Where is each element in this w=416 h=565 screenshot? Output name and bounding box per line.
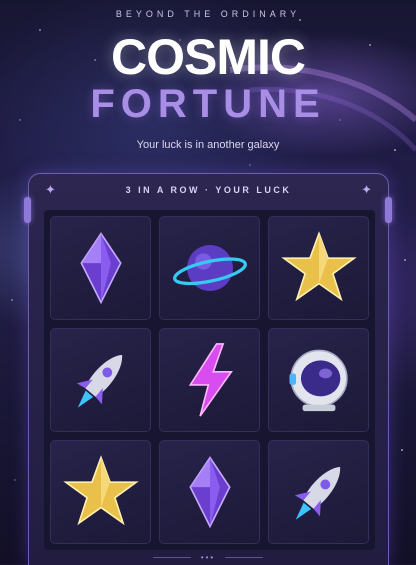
star-icon — [62, 455, 139, 526]
pagination-dots[interactable]: ••• — [201, 553, 215, 562]
machine-label: 3 IN A ROW · YOUR LUCK — [125, 185, 292, 195]
reel-cell[interactable] — [50, 216, 151, 320]
left-side-handle[interactable] — [24, 197, 31, 223]
title-fortune: FORTUNE — [90, 82, 326, 126]
star-icon — [280, 231, 357, 302]
tagline: BEYOND THE ORDINARY — [115, 9, 301, 19]
rocket-icon — [294, 466, 340, 520]
divider — [152, 556, 191, 558]
reel-grid — [44, 210, 375, 550]
crystal-icon — [79, 232, 122, 305]
reel-cell[interactable] — [159, 216, 260, 320]
divider — [225, 556, 264, 558]
lightning-icon — [188, 343, 233, 417]
reel-cell[interactable] — [268, 440, 369, 544]
title-cosmic: COSMIC — [111, 29, 306, 85]
pagination-bar: ••• — [0, 550, 416, 564]
reel-cell[interactable] — [159, 440, 260, 544]
crystal-icon — [188, 456, 231, 529]
subtitle: Your luck is in another galaxy — [136, 139, 280, 151]
planet-icon — [172, 245, 247, 291]
reel-cell[interactable] — [50, 440, 151, 544]
rocket-icon — [76, 354, 122, 408]
reel-cell[interactable] — [268, 216, 369, 320]
sparkle-icon: ✦ — [361, 182, 372, 197]
reel-cell[interactable] — [159, 328, 260, 432]
astronaut-helmet-icon — [288, 349, 348, 412]
reel-cell[interactable] — [50, 328, 151, 432]
right-side-handle[interactable] — [385, 197, 392, 223]
reel-cell[interactable] — [268, 328, 369, 432]
sparkle-icon: ✦ — [45, 182, 56, 197]
machine-header: ✦ 3 IN A ROW · YOUR LUCK ✦ — [29, 174, 388, 206]
